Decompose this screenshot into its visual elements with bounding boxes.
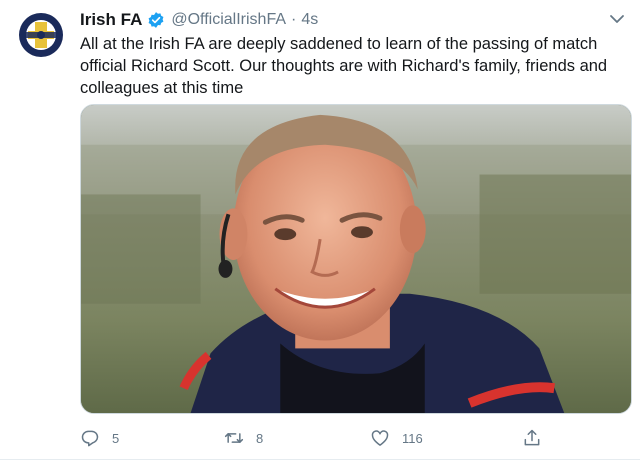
like-button[interactable]: 116 (370, 426, 423, 450)
more-options-icon[interactable] (608, 12, 626, 26)
account-handle[interactable]: @OfficialIrishFA (171, 11, 286, 29)
like-count: 116 (402, 430, 423, 446)
share-button[interactable] (522, 426, 542, 450)
tweet-photo[interactable] (80, 104, 632, 414)
tweet-header: Irish FA @OfficialIrishFA · 4s (80, 9, 318, 31)
tweet-text-line: All at the Irish FA are deeply saddened … (80, 35, 598, 53)
account-name[interactable]: Irish FA (80, 10, 142, 30)
reply-button[interactable]: 5 (80, 426, 119, 450)
tweet-actions: 5 8 116 (80, 426, 550, 450)
tweet-timestamp[interactable]: 4s (301, 11, 318, 29)
tweet-text-line: colleagues at this time (80, 79, 244, 97)
irish-fa-crest-icon (15, 9, 67, 61)
tweet-card[interactable]: Irish FA @OfficialIrishFA · 4s All at th… (0, 0, 640, 461)
verified-badge-icon (147, 11, 165, 29)
divider (0, 459, 640, 460)
avatar[interactable] (14, 8, 68, 62)
share-icon (524, 429, 540, 446)
retweet-button[interactable]: 8 (224, 426, 263, 450)
tweet-text: All at the Irish FA are deeply saddened … (80, 33, 628, 99)
retweet-icon (224, 433, 244, 443)
retweet-count: 8 (256, 430, 264, 446)
reply-icon (81, 430, 99, 447)
tweet-text-line: official Richard Scott. Our thoughts are… (80, 57, 608, 75)
reply-count: 5 (112, 430, 120, 446)
heart-icon (371, 430, 389, 446)
header-separator: · (291, 11, 297, 28)
